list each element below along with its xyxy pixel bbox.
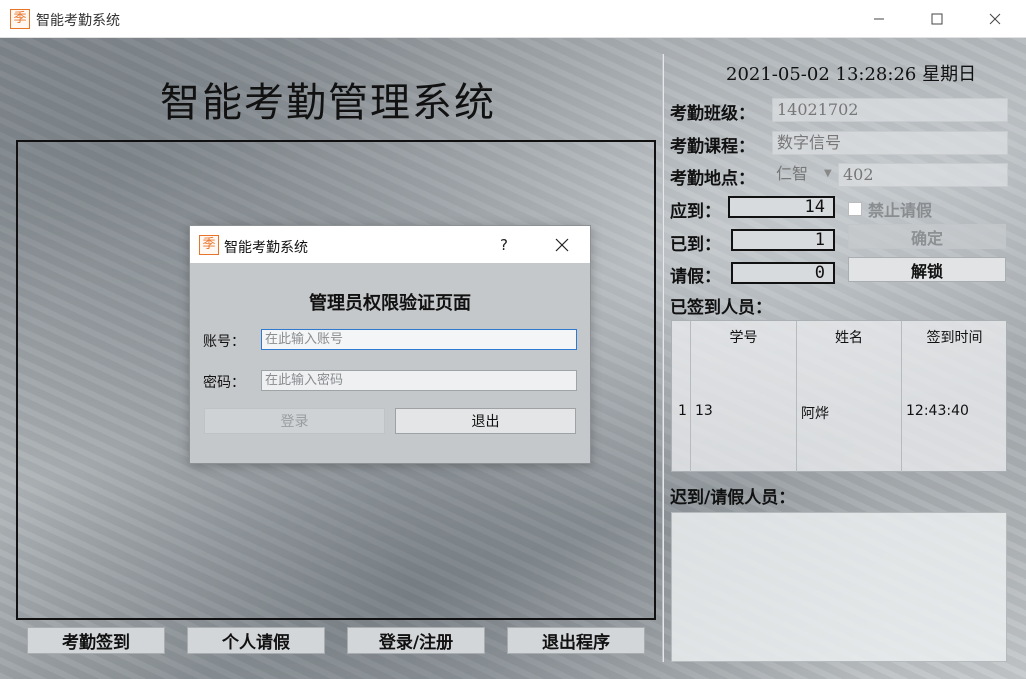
account-label: 账号： bbox=[203, 334, 245, 350]
dialog-titlebar: 季 智能考勤系统 ? bbox=[190, 226, 590, 263]
window-titlebar: 季 智能考勤系统 bbox=[0, 0, 1026, 38]
building-select[interactable]: 仁智 ▼ bbox=[772, 163, 836, 187]
dialog-title: 智能考勤系统 bbox=[224, 240, 308, 256]
page-title: 智能考勤管理系统 bbox=[160, 80, 496, 126]
arrived-count: 1 bbox=[731, 229, 835, 251]
login-button[interactable]: 登录 bbox=[204, 408, 385, 434]
admin-auth-dialog: 季 智能考勤系统 ? 管理员权限验证页面 账号： 密码： 登录 退出 bbox=[189, 225, 591, 464]
app-icon: 季 bbox=[10, 9, 30, 29]
dialog-close-button[interactable] bbox=[542, 226, 582, 263]
forbid-leave-checkbox[interactable]: 禁止请假 bbox=[848, 197, 932, 221]
column-header-name[interactable]: 姓名 bbox=[797, 321, 901, 353]
window-title: 智能考勤系统 bbox=[36, 13, 120, 29]
row-index: 1 bbox=[678, 403, 687, 419]
minimize-button[interactable] bbox=[856, 0, 902, 38]
room-field[interactable]: 402 bbox=[838, 163, 1008, 187]
dialog-app-icon: 季 bbox=[199, 235, 219, 255]
maximize-icon bbox=[931, 13, 943, 25]
password-input[interactable] bbox=[261, 370, 577, 391]
vertical-divider bbox=[662, 54, 664, 662]
column-header-time[interactable]: 签到时间 bbox=[902, 321, 1007, 353]
signed-in-label: 已签到人员： bbox=[670, 298, 772, 318]
course-field[interactable]: 数字信号 bbox=[772, 131, 1008, 155]
arrived-label: 已到： bbox=[670, 235, 721, 255]
dialog-exit-button[interactable]: 退出 bbox=[395, 408, 576, 434]
table-cell-name[interactable]: 阿烨 bbox=[801, 403, 829, 423]
course-label: 考勤课程： bbox=[670, 137, 755, 157]
minimize-icon bbox=[874, 18, 884, 20]
help-button[interactable]: ? bbox=[490, 226, 518, 263]
leave-count: 0 bbox=[731, 262, 835, 284]
close-icon bbox=[989, 13, 1001, 25]
datetime-display: 2021-05-02 13:28:26 星期日 bbox=[726, 64, 977, 85]
maximize-button[interactable] bbox=[914, 0, 960, 38]
expected-label: 应到： bbox=[670, 202, 721, 222]
login-register-button[interactable]: 登录/注册 bbox=[347, 627, 485, 654]
dialog-heading: 管理员权限验证页面 bbox=[309, 293, 471, 314]
signed-in-table[interactable]: 学号 姓名 签到时间 1 13 阿烨 12:43:40 bbox=[671, 320, 1007, 472]
leave-label: 请假： bbox=[670, 267, 721, 287]
column-header-id[interactable]: 学号 bbox=[691, 321, 796, 353]
checkbox-box[interactable] bbox=[848, 202, 862, 216]
checkin-button[interactable]: 考勤签到 bbox=[27, 627, 165, 654]
confirm-button[interactable]: 确定 bbox=[848, 224, 1006, 249]
expected-count: 14 bbox=[728, 196, 835, 218]
exit-program-button[interactable]: 退出程序 bbox=[507, 627, 645, 654]
close-button[interactable] bbox=[972, 0, 1018, 38]
class-label: 考勤班级： bbox=[670, 104, 755, 124]
forbid-leave-label: 禁止请假 bbox=[868, 201, 933, 220]
late-leave-label: 迟到/请假人员： bbox=[670, 488, 796, 508]
leave-request-button[interactable]: 个人请假 bbox=[187, 627, 325, 654]
class-field[interactable]: 14021702 bbox=[772, 98, 1008, 122]
close-icon bbox=[555, 238, 569, 251]
location-label: 考勤地点： bbox=[670, 169, 755, 189]
unlock-button[interactable]: 解锁 bbox=[848, 257, 1006, 282]
building-select-value: 仁智 bbox=[776, 164, 809, 183]
account-input[interactable] bbox=[261, 329, 577, 350]
chevron-down-icon: ▼ bbox=[824, 168, 832, 179]
table-cell-time[interactable]: 12:43:40 bbox=[906, 403, 969, 419]
late-leave-list[interactable] bbox=[671, 512, 1007, 662]
table-cell-id[interactable]: 13 bbox=[695, 403, 713, 419]
password-label: 密码： bbox=[203, 375, 245, 391]
